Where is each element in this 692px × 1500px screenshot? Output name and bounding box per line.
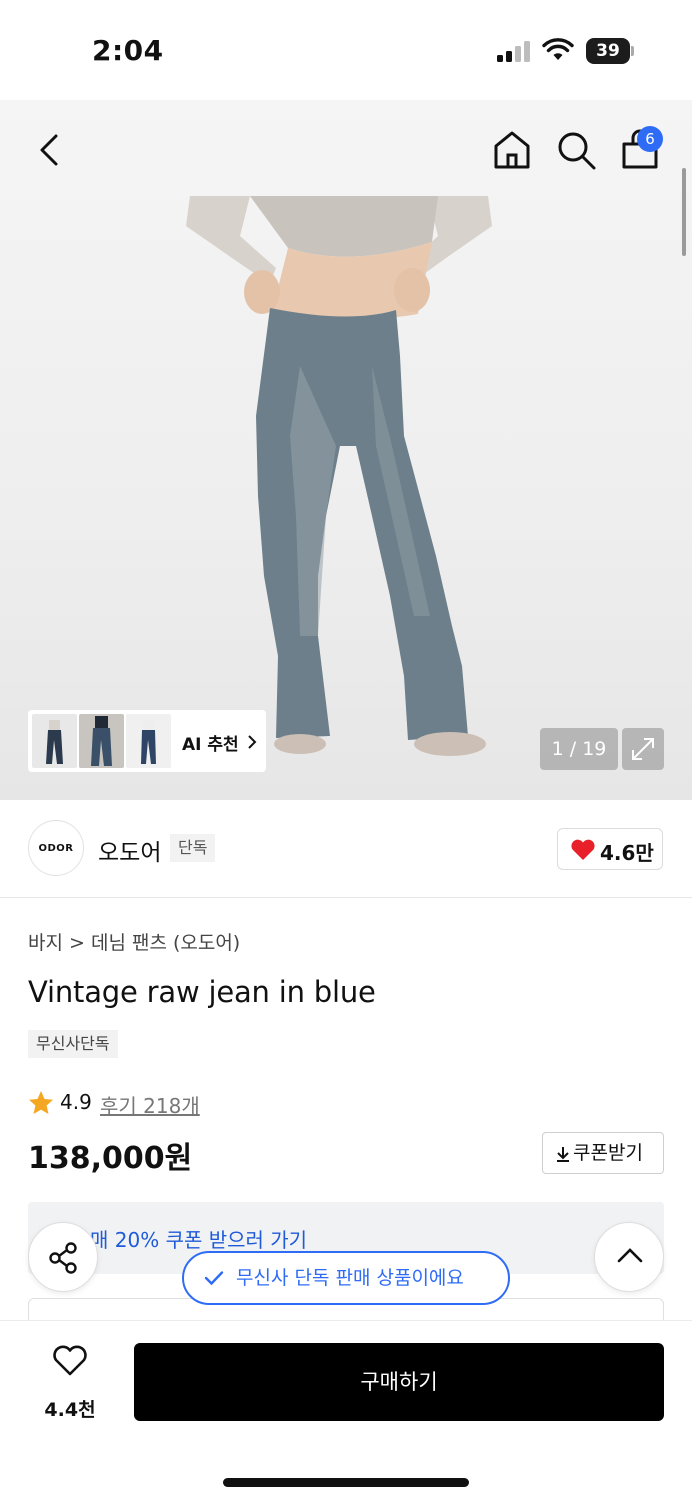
thumbnail[interactable] (32, 714, 77, 768)
rating-value: 4.9 (60, 1090, 92, 1114)
battery-icon: 39 (586, 38, 634, 64)
thumbnail[interactable] (126, 714, 171, 768)
product-image[interactable] (0, 100, 692, 800)
scroll-to-top-button[interactable] (594, 1222, 664, 1292)
brand-row[interactable]: ODOR 오도어 단독 4.6만 (0, 800, 692, 898)
product-title: Vintage raw jean in blue (28, 975, 376, 1009)
wifi-icon (542, 38, 574, 60)
model-wearing-jeans-image (186, 196, 492, 756)
buy-button[interactable]: 구매하기 (134, 1343, 664, 1421)
thumbnail[interactable] (79, 714, 124, 768)
breadcrumb[interactable]: 바지 > 데님 팬츠 (오도어) (28, 928, 240, 955)
toast-text: 무신사 단독 판매 상품이에요 (236, 1267, 464, 1289)
share-icon (49, 1242, 77, 1274)
check-icon (204, 1271, 224, 1286)
scrollbar[interactable] (682, 168, 686, 256)
expand-icon (632, 738, 654, 760)
exclusive-tag: 단독 (170, 834, 216, 862)
heart-outline-icon (53, 1345, 87, 1376)
cellular-signal-icon (497, 41, 530, 62)
brand-like-count: 4.6만 (600, 841, 654, 865)
brand-logo[interactable]: ODOR (28, 820, 84, 876)
exclusive-badge: 무신사단독 (28, 1030, 118, 1058)
wishlist-button[interactable]: 4.4천 (30, 1345, 110, 1421)
star-icon (29, 1091, 53, 1114)
expand-image-button[interactable] (622, 728, 664, 770)
cart-count-badge: 6 (637, 126, 663, 152)
review-count-link[interactable]: 후기 218개 (100, 1090, 200, 1119)
wishlist-count: 4.4천 (44, 1399, 96, 1421)
exclusive-sale-toast: 무신사 단독 판매 상품이에요 (182, 1251, 510, 1305)
back-arrow-icon[interactable] (28, 128, 72, 172)
bottom-purchase-bar: 4.4천 구매하기 (0, 1320, 692, 1500)
chevron-up-icon (617, 1248, 643, 1263)
home-icon[interactable] (490, 128, 534, 172)
coupon-banner-text: 매 20% 쿠폰 받으러 가기 (90, 1228, 308, 1252)
download-coupon-label: 쿠폰받기 (573, 1142, 643, 1164)
product-price: 138,000원 (28, 1141, 193, 1176)
home-indicator[interactable] (223, 1478, 469, 1487)
download-coupon-button[interactable]: 쿠폰받기 (542, 1132, 664, 1174)
battery-level: 39 (586, 38, 630, 64)
download-icon (557, 1147, 569, 1162)
heart-filled-icon (571, 839, 595, 860)
image-page-counter: 1 / 19 (540, 728, 618, 770)
status-time: 2:04 (92, 34, 164, 67)
chevron-right-icon (248, 735, 257, 749)
share-button[interactable] (28, 1222, 98, 1292)
ai-recommend-label: AI 추천 (182, 735, 239, 755)
status-bar: 2:04 39 (0, 0, 692, 100)
search-icon[interactable] (554, 128, 598, 172)
brand-name[interactable]: 오도어 (98, 833, 161, 867)
brand-like-button[interactable]: 4.6만 (557, 828, 663, 870)
ai-recommend-card[interactable]: AI 추천 (28, 710, 266, 772)
